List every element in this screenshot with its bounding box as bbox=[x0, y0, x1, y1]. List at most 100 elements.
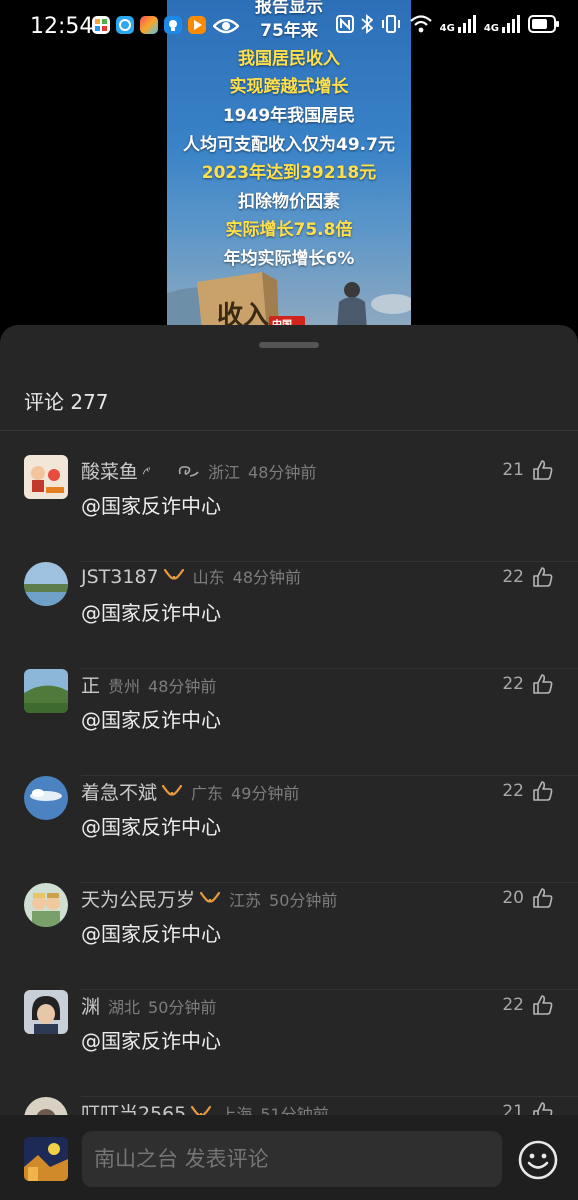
comment-text: @国家反诈中心 bbox=[81, 601, 221, 625]
location: 湖北 bbox=[108, 998, 141, 1017]
location: 广东 bbox=[191, 784, 224, 803]
comments-label: 评论 bbox=[24, 390, 64, 414]
location: 浙江 bbox=[208, 463, 241, 482]
video-caption-line: 实际增长75.8倍 bbox=[225, 220, 353, 240]
comment-meta: JST3187 山东 48分钟前 bbox=[81, 564, 301, 588]
battery-icon bbox=[528, 15, 559, 33]
like-count: 22 bbox=[502, 674, 524, 694]
avatar[interactable] bbox=[24, 776, 68, 820]
signal-icon-2 bbox=[502, 15, 520, 33]
status-notification-icons bbox=[92, 16, 206, 34]
video-caption-line: 1949年我国居民 bbox=[222, 106, 356, 126]
thumbs-up-icon[interactable] bbox=[532, 673, 554, 695]
comment-item[interactable]: 着急不斌 广东 49分钟前 @国家反诈中心 22 bbox=[0, 776, 578, 883]
signal-2: 4G bbox=[484, 14, 521, 34]
signature-swirl-icon bbox=[142, 467, 151, 475]
username[interactable]: 正 bbox=[81, 671, 100, 698]
username[interactable]: 酸菜鱼 bbox=[81, 457, 138, 484]
emoji-icon[interactable] bbox=[517, 1139, 559, 1181]
username[interactable]: JST3187 bbox=[81, 566, 159, 588]
thumbs-up-icon[interactable] bbox=[532, 459, 554, 481]
wifi-icon bbox=[409, 15, 432, 33]
comment-text: @国家反诈中心 bbox=[81, 494, 221, 518]
avatar[interactable] bbox=[24, 883, 68, 927]
nfc-icon bbox=[335, 15, 354, 33]
like-count: 21 bbox=[502, 460, 524, 480]
like-count: 22 bbox=[502, 781, 524, 801]
gallery-app-icon bbox=[140, 16, 158, 34]
browser-app-icon bbox=[116, 16, 134, 34]
location: 山东 bbox=[192, 568, 225, 587]
avatar[interactable] bbox=[24, 562, 68, 606]
my-avatar[interactable] bbox=[24, 1137, 68, 1181]
comment-item[interactable]: 酸菜鱼 浙江 48分钟前 @国家反诈中心 21 bbox=[0, 455, 578, 562]
comment-meta: 渊 湖北 50分钟前 bbox=[81, 992, 216, 1019]
vip-badge-icon bbox=[161, 784, 183, 796]
username[interactable]: 着急不斌 bbox=[81, 778, 157, 805]
signal-icon bbox=[457, 15, 476, 33]
comments-count: 277 bbox=[70, 390, 109, 414]
like-count: 22 bbox=[502, 995, 524, 1015]
comment-composer bbox=[0, 1115, 578, 1200]
comments-count-header: 评论 277 bbox=[24, 386, 109, 415]
eye-icon bbox=[213, 18, 239, 34]
thumbs-up-icon[interactable] bbox=[532, 887, 554, 909]
network-type-2: 4G bbox=[483, 23, 499, 34]
comment-meta: 天为公民万岁 江苏 50分钟前 bbox=[81, 885, 337, 912]
comment-text: @国家反诈中心 bbox=[81, 922, 221, 946]
location: 江苏 bbox=[229, 891, 262, 910]
like-button[interactable]: 21 bbox=[502, 459, 554, 481]
video-app-icon bbox=[188, 16, 206, 34]
avatar[interactable] bbox=[24, 990, 68, 1034]
video-caption-line: 2023年达到39218元 bbox=[201, 163, 377, 183]
comment-text: @国家反诈中心 bbox=[81, 1029, 221, 1053]
comment-item[interactable]: JST3187 山东 48分钟前 @国家反诈中心 22 bbox=[0, 562, 578, 669]
vip-badge-icon bbox=[199, 891, 221, 903]
drag-handle[interactable] bbox=[259, 342, 319, 348]
timestamp: 50分钟前 bbox=[148, 998, 217, 1017]
status-time: 12:54 bbox=[30, 14, 94, 39]
like-button[interactable]: 22 bbox=[502, 994, 554, 1016]
comments-sheet: 评论 277 酸菜鱼 浙江 48分钟前 @国家反诈中心 21 JST3187 山… bbox=[0, 325, 578, 1200]
avatar[interactable] bbox=[24, 669, 68, 713]
comment-text: @国家反诈中心 bbox=[81, 708, 221, 732]
app-grid-icon bbox=[92, 16, 110, 34]
comment-input[interactable] bbox=[82, 1131, 502, 1187]
timestamp: 50分钟前 bbox=[269, 891, 338, 910]
timestamp: 48分钟前 bbox=[248, 463, 317, 482]
network-type-1: 4G bbox=[439, 23, 455, 34]
video-caption-line: 人均可支配收入仅为49.7元 bbox=[183, 135, 395, 155]
status-bar: 12:54 4G 4G bbox=[0, 0, 578, 56]
thumbs-up-icon[interactable] bbox=[532, 994, 554, 1016]
header-divider bbox=[0, 430, 578, 431]
comment-text: @国家反诈中心 bbox=[81, 815, 221, 839]
thumbs-up-icon[interactable] bbox=[532, 780, 554, 802]
comment-item[interactable]: 渊 湖北 50分钟前 @国家反诈中心 22 bbox=[0, 990, 578, 1097]
vibrate-icon bbox=[381, 15, 400, 33]
vip-badge-icon bbox=[163, 568, 184, 580]
thumbs-up-icon[interactable] bbox=[532, 566, 554, 588]
video-caption-line: 实现跨越式增长 bbox=[229, 77, 349, 97]
bluetooth-icon bbox=[361, 14, 373, 34]
video-caption-line: 扣除物价因素 bbox=[238, 192, 340, 212]
bulb-app-icon bbox=[164, 16, 182, 34]
signature-icon bbox=[178, 466, 199, 477]
comment-meta: 酸菜鱼 浙江 48分钟前 bbox=[81, 457, 316, 484]
timestamp: 48分钟前 bbox=[232, 568, 302, 587]
timestamp: 48分钟前 bbox=[148, 677, 217, 696]
timestamp: 49分钟前 bbox=[231, 784, 300, 803]
like-button[interactable]: 22 bbox=[502, 673, 554, 695]
status-system-icons: 4G 4G bbox=[335, 14, 560, 34]
like-count: 20 bbox=[502, 888, 524, 908]
avatar[interactable] bbox=[24, 455, 68, 499]
comment-meta: 着急不斌 广东 49分钟前 bbox=[81, 778, 299, 805]
username[interactable]: 天为公民万岁 bbox=[81, 885, 195, 912]
like-button[interactable]: 20 bbox=[502, 887, 554, 909]
username[interactable]: 渊 bbox=[81, 992, 100, 1019]
comment-item[interactable]: 天为公民万岁 江苏 50分钟前 @国家反诈中心 20 bbox=[0, 883, 578, 990]
location: 贵州 bbox=[108, 677, 141, 696]
comment-item[interactable]: 正 贵州 48分钟前 @国家反诈中心 22 bbox=[0, 669, 578, 776]
comment-meta: 正 贵州 48分钟前 bbox=[81, 671, 216, 698]
like-button[interactable]: 22 bbox=[502, 566, 554, 588]
like-button[interactable]: 22 bbox=[502, 780, 554, 802]
